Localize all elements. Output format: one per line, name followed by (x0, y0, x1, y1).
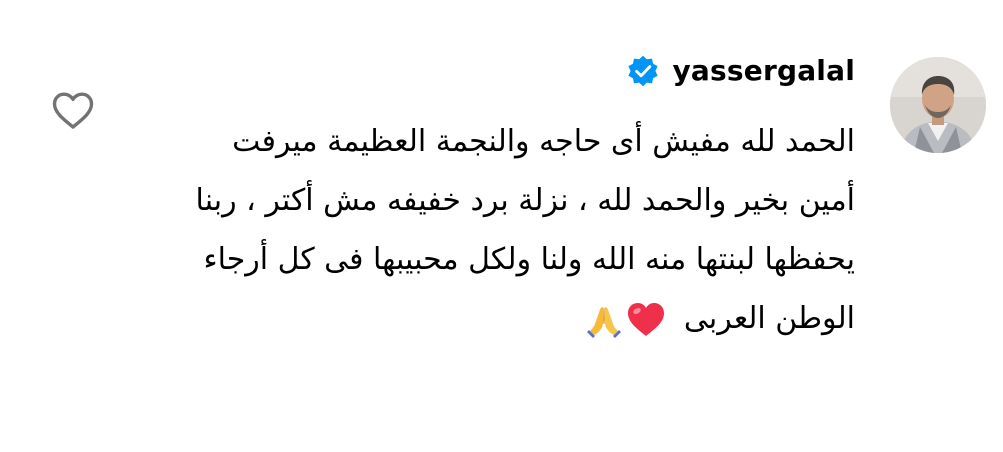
red-heart-emoji (628, 302, 665, 336)
emoji-group (586, 301, 666, 339)
heart-outline-icon (52, 92, 94, 129)
comment-header: yassergalal (626, 46, 855, 96)
avatar-image (890, 57, 986, 153)
username[interactable]: yassergalal (672, 46, 855, 96)
verified-badge-icon (628, 55, 659, 87)
comment-line: يحفظها لبنتها منه الله ولنا ولكل محبيبها… (203, 242, 855, 277)
like-button[interactable] (50, 88, 96, 134)
comment-line: الوطن العربى (683, 301, 855, 336)
avatar[interactable] (890, 57, 986, 153)
folded-hands-emoji (587, 306, 622, 338)
comment-text: الحمد لله مفيش أى حاجه والنجمة العظيمة م… (135, 112, 855, 348)
comment: yassergalal الحمد لله مفيش أى حاجه والنج… (0, 0, 1003, 452)
comment-line: أمين بخير والحمد لله ، نزلة برد خفيفه مش… (195, 183, 855, 218)
comment-line: الحمد لله مفيش أى حاجه والنجمة العظيمة م… (232, 124, 855, 159)
comment-last-line: الوطن العربى (135, 289, 855, 348)
